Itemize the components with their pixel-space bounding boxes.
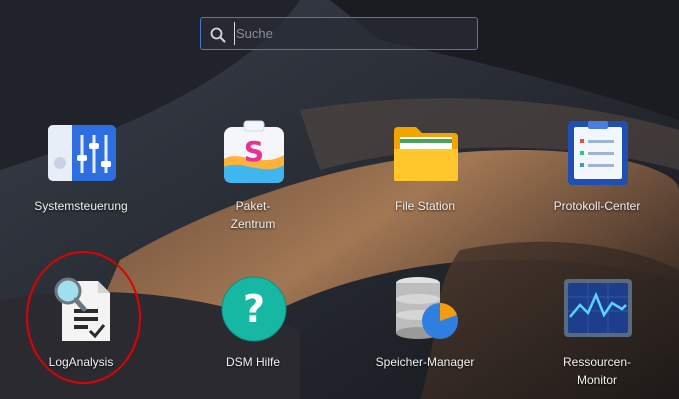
- app-label: DSM Hilfe: [225, 355, 280, 369]
- app-label: Systemsteuerung: [34, 199, 128, 213]
- storage-manager-icon: [396, 277, 458, 339]
- app-label: Protokoll-Center: [553, 199, 641, 213]
- app-label: File Station: [394, 199, 456, 213]
- svg-text:S: S: [244, 135, 264, 168]
- help-icon: ?: [221, 276, 287, 342]
- search-icon: [210, 27, 226, 43]
- search-input[interactable]: [234, 22, 472, 45]
- search-bar[interactable]: [200, 17, 478, 50]
- app-label: Speicher-Manager: [375, 355, 475, 369]
- app-label: Paket- Zentrum: [230, 199, 276, 231]
- folder-icon: [394, 127, 458, 181]
- highlight-circle: [26, 251, 141, 384]
- control-panel-icon: [48, 125, 116, 181]
- log-center-icon: [568, 121, 628, 185]
- resource-monitor-icon: [564, 279, 632, 337]
- package-center-icon: S: [224, 120, 284, 183]
- app-label: Ressourcen- Monitor: [562, 355, 632, 387]
- svg-text:?: ?: [243, 287, 265, 331]
